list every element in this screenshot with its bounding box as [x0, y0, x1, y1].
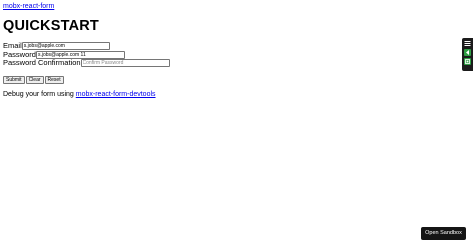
menu-icon[interactable]: [464, 40, 471, 47]
panel-toggle-icon[interactable]: [464, 58, 471, 65]
debug-text: Debug your form using: [3, 91, 74, 98]
devtools-link[interactable]: mobx-react-form-devtools: [76, 91, 156, 98]
clear-button[interactable]: Clear: [25, 76, 44, 84]
page-title: QUICKSTART: [3, 18, 99, 34]
mobx-react-form-link[interactable]: mobx-react-form: [3, 2, 54, 11]
devtools-toolbar: [462, 38, 473, 71]
password-confirmation-row: Password Confirmation: [3, 58, 170, 68]
debug-line: Debug your form using mobx-react-form-de…: [3, 90, 156, 99]
password-confirmation-field[interactable]: [80, 59, 170, 67]
submit-button[interactable]: Submit: [3, 76, 25, 84]
reset-button[interactable]: Reset: [44, 76, 64, 84]
email-field[interactable]: [21, 42, 110, 50]
form-buttons: Submit Clear Reset: [3, 76, 64, 84]
arrow-left-icon[interactable]: [464, 49, 471, 56]
password-confirmation-label: Password Confirmation: [3, 58, 81, 67]
open-sandbox-button[interactable]: Open Sandbox: [421, 227, 466, 240]
